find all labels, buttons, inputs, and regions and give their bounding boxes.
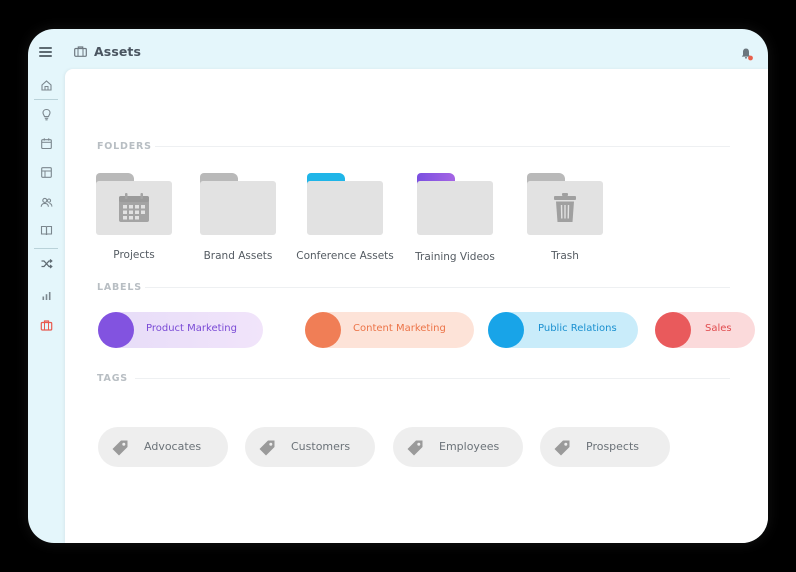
section-divider [135,378,730,379]
folders-section-title: FOLDERS [97,141,152,152]
folder-body [96,181,172,235]
page-header: Assets [74,44,141,59]
folder-body [417,181,493,235]
tag-name: Employees [439,440,500,453]
page-title: Assets [94,44,142,59]
label-public-relations[interactable]: Public Relations [488,312,638,348]
layout-icon[interactable] [40,166,53,179]
bar-chart-icon[interactable] [40,289,53,302]
label-color-dot [98,312,134,348]
notification-bell-icon[interactable] [740,47,754,61]
label-name: Product Marketing [146,323,237,334]
menu-icon[interactable] [39,47,52,57]
tag-advocates[interactable]: Advocates [98,427,228,467]
label-name: Sales [705,323,732,334]
label-name: Content Marketing [353,323,446,334]
calendar-icon [119,193,149,222]
folder-body [307,181,383,235]
label-content-marketing[interactable]: Content Marketing [305,312,474,348]
tag-name: Prospects [586,440,640,453]
tag-name: Customers [291,440,351,453]
tag-prospects[interactable]: Prospects [540,427,670,467]
top-bar: Assets [28,29,768,71]
briefcase-icon[interactable] [40,319,53,332]
folder-name: Projects [113,249,155,261]
lightbulb-icon[interactable] [40,108,53,121]
app-window: Assets FOLDERS Projects Brand Assets Con… [28,29,768,543]
label-color-dot [305,312,341,348]
folder-name: Brand Assets [203,250,273,262]
folder-name: Conference Assets [296,250,394,262]
labels-section-title: LABELS [97,282,142,293]
label-sales[interactable]: Sales [655,312,755,348]
tag-customers[interactable]: Customers [245,427,375,467]
folder-name: Training Videos [415,251,495,263]
calendar-icon[interactable] [40,137,53,150]
trash-icon [554,193,576,222]
section-divider [145,287,730,288]
folder-body [200,181,276,235]
section-divider [155,146,730,147]
tag-employees[interactable]: Employees [393,427,523,467]
tags-section-title: TAGS [97,373,128,384]
folder-body [527,181,603,235]
home-icon[interactable] [40,79,53,92]
label-product-marketing[interactable]: Product Marketing [98,312,263,348]
tag-icon [259,440,275,456]
tag-icon [112,440,128,456]
main-panel: FOLDERS Projects Brand Assets Conference… [65,69,768,543]
sidebar [28,71,65,543]
sidebar-divider [34,248,58,249]
users-icon[interactable] [40,196,53,209]
shuffle-icon[interactable] [40,257,53,270]
tag-icon [407,440,423,456]
sidebar-divider [34,99,58,100]
book-icon[interactable] [40,224,53,237]
tag-icon [554,440,570,456]
label-name: Public Relations [538,323,617,334]
folder-name: Trash [551,250,579,262]
label-color-dot [488,312,524,348]
briefcase-icon [74,46,87,57]
label-color-dot [655,312,691,348]
notification-dot [748,55,753,61]
tag-name: Advocates [144,440,202,453]
